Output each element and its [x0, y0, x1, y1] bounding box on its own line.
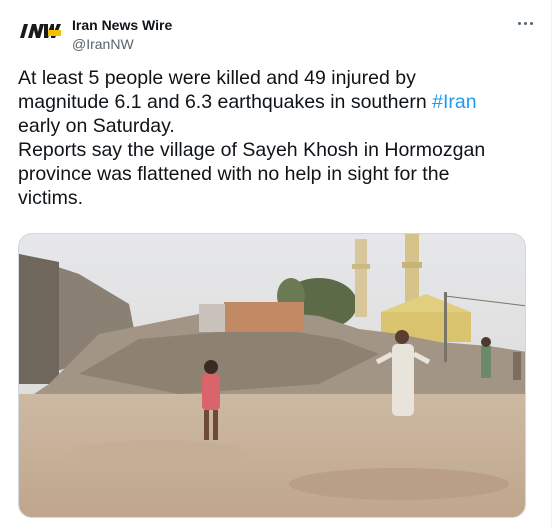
tweet-text: At least 5 people were killed and 49 inj…	[18, 66, 538, 210]
tweet-header: Iran News Wire @IranNW	[18, 12, 538, 56]
more-dot	[517, 21, 521, 25]
account-handle[interactable]: @IranNW	[72, 35, 172, 53]
tweet-card: Iran News Wire @IranNW At least 5 people…	[0, 0, 552, 527]
display-name[interactable]: Iran News Wire	[72, 16, 172, 34]
tweet-line: victims.	[18, 187, 83, 209]
account-names: Iran News Wire @IranNW	[72, 16, 172, 53]
tweet-line: Reports say the village of Sayeh Khosh i…	[18, 139, 486, 161]
tweet-text-segment: magnitude 6.1 and 6.3 earthquakes in sou…	[18, 91, 433, 113]
tweet-line: At least 5 people were killed and 49 inj…	[18, 67, 416, 89]
avatar[interactable]	[18, 16, 62, 46]
tweet-line: magnitude 6.1 and 6.3 earthquakes in sou…	[18, 90, 538, 114]
tweet-media-image[interactable]	[18, 233, 526, 518]
more-dot	[529, 21, 533, 25]
earthquake-rubble-photo	[19, 234, 525, 517]
more-dot	[523, 21, 527, 25]
hashtag-link[interactable]: #Iran	[432, 91, 476, 113]
tweet-line: province was flattened with no help in s…	[18, 163, 450, 185]
inw-logo-icon	[20, 24, 61, 38]
more-options-icon[interactable]	[514, 14, 536, 32]
tweet-line: early on Saturday.	[18, 115, 175, 137]
